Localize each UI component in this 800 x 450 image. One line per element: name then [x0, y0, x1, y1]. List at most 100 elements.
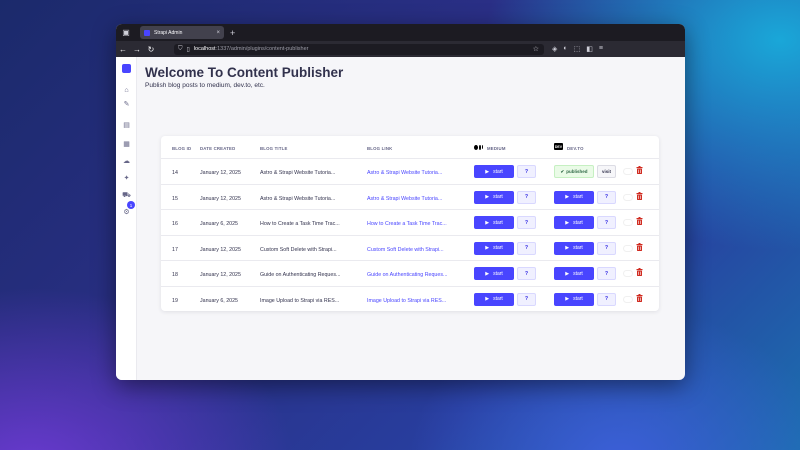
browser-nav-bar: ← → ↻ ⛉ ▯ localhost:1337/admin/plugins/c…: [116, 41, 685, 57]
devto-start-button[interactable]: ▶ start: [554, 216, 594, 229]
devto-help-button[interactable]: ?: [597, 216, 616, 229]
blog-link[interactable]: Guide on Authenticating Reques...: [367, 272, 447, 278]
sidebar-toggle-icon[interactable]: ▣: [120, 27, 132, 39]
reload-icon[interactable]: ↻: [144, 45, 158, 54]
bookmark-star-icon[interactable]: ☆: [533, 45, 539, 53]
header-date-created[interactable]: DATE CREATED: [200, 146, 235, 151]
header-blog-link[interactable]: BLOG LINK: [367, 146, 392, 151]
play-icon: ▶: [565, 270, 570, 277]
content-manager-icon[interactable]: ▦: [122, 139, 131, 148]
header-blog-title[interactable]: BLOG TITLE: [260, 146, 288, 151]
date-created-cell: January 12, 2025: [200, 246, 241, 253]
devtools-icon[interactable]: ◧: [586, 45, 593, 53]
blog-title-cell: Custom Soft Delete with Strapi...: [260, 246, 337, 253]
medium-start-button[interactable]: ▶ start: [474, 267, 514, 280]
devto-help-button[interactable]: ?: [597, 267, 616, 280]
medium-start-button[interactable]: ▶ start: [474, 216, 514, 229]
medium-help-button[interactable]: ?: [517, 190, 536, 204]
medium-help-button[interactable]: ?: [517, 165, 536, 178]
new-tab-button[interactable]: +: [230, 28, 235, 38]
medium-help-button[interactable]: ?: [517, 241, 536, 255]
cloud-icon[interactable]: ☁: [122, 156, 131, 165]
forward-arrow-icon[interactable]: →: [130, 45, 144, 54]
url-host: localhost: [193, 46, 216, 52]
trash-icon[interactable]: [636, 191, 643, 200]
medium-help-button[interactable]: ?: [517, 216, 536, 229]
toggle-icon[interactable]: [623, 244, 633, 252]
play-icon: ▶: [485, 194, 490, 200]
header-blog-id[interactable]: BLOG ID: [172, 146, 191, 151]
browser-window: ▣ Strapi Admin × + ← → ↻ ⛉ ▯ localhost:1…: [116, 24, 685, 380]
blog-link[interactable]: Custom Soft Delete with Strapi...: [367, 247, 444, 253]
trash-icon[interactable]: [636, 268, 643, 276]
strapi-sidebar: ⌂ ✎ ▤ ▦ ☁ ✦ ⛟ ⚙ 1 TK: [116, 57, 137, 380]
medium-help-button[interactable]: ?: [517, 267, 536, 280]
media-library-icon[interactable]: ▤: [122, 120, 131, 129]
sparkle-icon[interactable]: ✦: [122, 173, 131, 182]
close-icon[interactable]: ×: [216, 30, 220, 36]
page-title: Welcome To Content Publisher: [145, 65, 344, 80]
home-icon[interactable]: ⌂: [122, 86, 131, 95]
start-label: start: [493, 219, 503, 226]
table-row: 15 January 12, 2025 Astro & Strapi Websi…: [161, 183, 659, 210]
start-label: start: [573, 245, 583, 251]
medium-start-button[interactable]: ▶ start: [474, 190, 514, 204]
published-label: published: [566, 169, 588, 174]
trash-icon[interactable]: [636, 242, 643, 251]
strapi-logo-icon[interactable]: [122, 64, 131, 73]
date-created-cell: January 12, 2025: [200, 195, 241, 202]
feather-icon[interactable]: ✎: [122, 99, 131, 108]
trash-icon[interactable]: [636, 217, 643, 225]
url-bar[interactable]: ⛉ ▯ localhost:1337/admin/plugins/content…: [174, 43, 544, 55]
devto-start-button[interactable]: ▶ start: [554, 241, 594, 255]
blog-link[interactable]: Astro & Strapi Website Tutoria...: [367, 170, 442, 176]
page-info-icon[interactable]: ▯: [187, 46, 190, 53]
back-arrow-icon[interactable]: ←: [116, 45, 130, 54]
posts-table: BLOG ID DATE CREATED BLOG TITLE BLOG LIN…: [161, 136, 659, 311]
trash-icon[interactable]: [636, 166, 643, 174]
url-text[interactable]: localhost:1337/admin/plugins/content-pub…: [194, 46, 309, 52]
start-label: start: [493, 296, 503, 302]
blog-title-cell: Astro & Strapi Website Tutoria...: [260, 195, 336, 202]
play-icon: ▶: [485, 168, 490, 175]
extension-icon[interactable]: ⬚: [574, 45, 581, 53]
trash-icon[interactable]: [636, 293, 643, 302]
browser-tab[interactable]: Strapi Admin ×: [140, 26, 224, 39]
shield-icon[interactable]: ⛉: [178, 46, 183, 53]
header-devto[interactable]: DEV.TO: [567, 146, 584, 151]
toggle-icon[interactable]: [623, 193, 633, 201]
medium-start-button[interactable]: ▶ start: [474, 241, 514, 255]
start-label: start: [573, 219, 583, 226]
toggle-icon[interactable]: [623, 219, 633, 226]
blog-id-cell: 16: [172, 221, 178, 227]
devto-start-button[interactable]: ▶ start: [554, 292, 594, 306]
toggle-icon[interactable]: [623, 270, 633, 277]
devto-start-button[interactable]: ▶ start: [554, 190, 594, 204]
blog-id-cell: 15: [172, 195, 178, 202]
header-medium[interactable]: MEDIUM: [487, 146, 506, 151]
account-icon[interactable]: ◐: [563, 45, 567, 53]
medium-start-button[interactable]: ▶ start: [474, 292, 514, 306]
devto-help-button[interactable]: ?: [597, 292, 616, 306]
play-icon: ▶: [485, 219, 490, 226]
blog-link[interactable]: Astro & Strapi Website Tutoria...: [367, 196, 442, 202]
blog-id-cell: 19: [172, 297, 178, 304]
blog-id-cell: 14: [172, 170, 178, 176]
toggle-icon[interactable]: [623, 168, 633, 175]
devto-help-button[interactable]: ?: [597, 190, 616, 204]
medium-start-button[interactable]: ▶ start: [474, 165, 514, 178]
blog-link[interactable]: Image Upload to Strapi via RES...: [367, 298, 446, 304]
menu-icon[interactable]: ≡: [599, 45, 603, 53]
cart-icon[interactable]: ⛟: [122, 191, 131, 200]
start-label: start: [493, 245, 503, 251]
pocket-icon[interactable]: ◈: [552, 45, 557, 53]
devto-published-badge: ✔ published: [554, 165, 594, 178]
devto-visit-button[interactable]: visit: [597, 165, 616, 178]
devto-start-button[interactable]: ▶ start: [554, 267, 594, 280]
play-icon: ▶: [565, 219, 570, 226]
toggle-icon[interactable]: [623, 295, 633, 303]
medium-help-button[interactable]: ?: [517, 292, 536, 306]
devto-help-button[interactable]: ?: [597, 241, 616, 255]
blog-link[interactable]: How to Create a Task Time Trac...: [367, 221, 447, 227]
table-row: 14 January 12, 2025 Astro & Strapi Websi…: [161, 158, 659, 184]
